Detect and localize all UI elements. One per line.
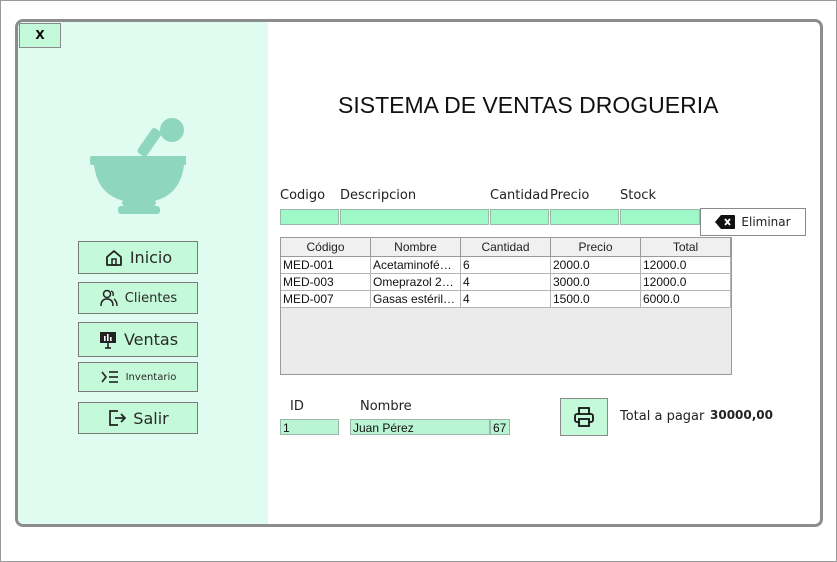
- table-header: Código Nombre Cantidad Precio Total: [281, 238, 731, 257]
- codigo-label: Codigo: [280, 188, 326, 203]
- descripcion-input[interactable]: [340, 209, 489, 225]
- backspace-icon: [715, 215, 736, 229]
- cantidad-label: Cantidad: [490, 188, 549, 203]
- home-icon: [105, 249, 122, 266]
- print-button[interactable]: [560, 398, 608, 436]
- table-cell: 1500.0: [551, 291, 641, 307]
- precio-label: Precio: [550, 188, 590, 203]
- table-cell: Acetaminofén ...: [373, 257, 461, 273]
- descripcion-label: Descripcion: [340, 188, 417, 203]
- codigo-input[interactable]: [280, 209, 339, 225]
- table-row[interactable]: MED-003 Omeprazol 20... 4 3000.0 12000.0: [281, 274, 731, 291]
- column-header[interactable]: Cantidad: [461, 238, 551, 256]
- sidebar: X Inicio Clientes Ventas Inventario Sali…: [18, 22, 268, 524]
- table-cell: MED-007: [281, 291, 371, 307]
- column-header[interactable]: Precio: [551, 238, 641, 256]
- list-icon: [100, 371, 118, 383]
- nav-inventario-button[interactable]: Inventario: [78, 362, 198, 392]
- total-value: 30000,00: [710, 408, 774, 422]
- nav-ventas-label: Ventas: [123, 330, 179, 349]
- main-window: X Inicio Clientes Ventas Inventario Sali…: [15, 19, 823, 527]
- total-label: Total a pagar: [620, 409, 705, 424]
- table-cell: 12000.0: [641, 257, 731, 273]
- table-cell: 2000.0: [551, 257, 641, 273]
- close-button[interactable]: X: [19, 23, 61, 48]
- printer-icon: [574, 407, 594, 427]
- table-cell: 6: [461, 257, 551, 273]
- column-header[interactable]: Código: [281, 238, 371, 256]
- cliente-id-input[interactable]: 1: [280, 419, 339, 435]
- page-title: SISTEMA DE VENTAS DROGUERIA: [338, 92, 719, 118]
- table-cell: MED-003: [281, 274, 371, 290]
- mortar-pestle-icon: [90, 118, 186, 214]
- logout-icon: [109, 410, 127, 426]
- presentation-icon: [99, 331, 116, 349]
- stock-input[interactable]: [620, 209, 700, 225]
- sales-table[interactable]: Código Nombre Cantidad Precio Total MED-…: [280, 237, 732, 375]
- cantidad-input[interactable]: [490, 209, 549, 225]
- cliente-extra-field[interactable]: 67: [490, 419, 510, 435]
- eliminar-label: Eliminar: [741, 215, 791, 229]
- cliente-id-label: ID: [290, 399, 304, 414]
- main-panel: SISTEMA DE VENTAS DROGUERIA Codigo Descr…: [268, 22, 820, 524]
- table-cell: 3000.0: [551, 274, 641, 290]
- stock-label: Stock: [620, 188, 656, 203]
- table-row[interactable]: MED-007 Gasas estérile... 4 1500.0 6000.…: [281, 291, 731, 308]
- users-icon: [100, 289, 118, 307]
- table-cell: 12000.0: [641, 274, 731, 290]
- table-cell: Omeprazol 20...: [371, 274, 461, 290]
- nav-salir-label: Salir: [133, 408, 169, 428]
- cliente-nombre-input[interactable]: Juan Pérez: [350, 419, 490, 435]
- table-cell: Gasas estérile...: [373, 291, 461, 307]
- table-cell: MED-001: [281, 257, 371, 273]
- table-row[interactable]: MED-001 Acetaminofén ... 6 2000.0 12000.…: [281, 257, 731, 274]
- precio-input[interactable]: [550, 209, 619, 225]
- cliente-nombre-label: Nombre: [360, 399, 412, 414]
- nav-inicio-label: Inicio: [129, 248, 173, 267]
- nav-clientes-button[interactable]: Clientes: [78, 282, 198, 314]
- table-cell: 6000.0: [641, 291, 731, 307]
- nav-salir-button[interactable]: Salir: [78, 402, 198, 434]
- column-header[interactable]: Nombre: [371, 238, 461, 256]
- nav-inventario-label: Inventario: [125, 371, 177, 383]
- nav-inicio-button[interactable]: Inicio: [78, 241, 198, 274]
- column-header[interactable]: Total: [641, 238, 731, 256]
- table-cell: 4: [461, 274, 551, 290]
- nav-clientes-label: Clientes: [124, 290, 178, 306]
- table-cell: 4: [461, 291, 551, 307]
- eliminar-button[interactable]: Eliminar: [700, 208, 806, 236]
- nav-ventas-button[interactable]: Ventas: [78, 322, 198, 357]
